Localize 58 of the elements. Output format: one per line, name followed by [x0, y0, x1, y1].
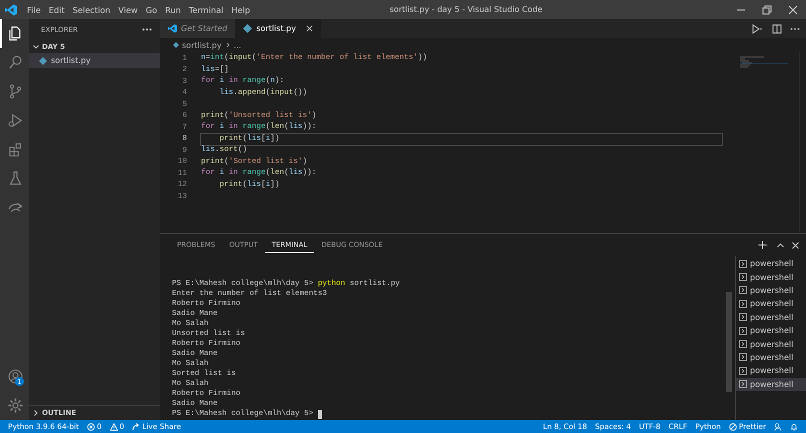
more-icon[interactable] [142, 28, 152, 31]
live-share-icon [132, 422, 140, 430]
chevron-up-icon[interactable] [776, 240, 785, 250]
split-editor-icon[interactable] [772, 24, 782, 34]
restore-icon[interactable] [762, 4, 772, 14]
terminal-item[interactable]: powershell [736, 297, 806, 311]
terminal-item[interactable]: powershell [736, 324, 806, 338]
explorer-file[interactable]: sortlist.py [29, 53, 160, 68]
terminal-icon [739, 313, 747, 322]
file-type-icon [39, 56, 47, 64]
run-icon[interactable] [750, 24, 764, 34]
menu-item[interactable]: Help [227, 4, 254, 14]
terminal-icon [739, 300, 747, 308]
terminal-item[interactable]: powershell [736, 337, 806, 351]
editor-tab[interactable]: Get Started [160, 19, 236, 38]
terminal-icon [739, 380, 747, 388]
terminal-icon [739, 340, 747, 348]
scrollbar[interactable] [726, 292, 732, 392]
menu-item[interactable]: Edit [44, 4, 69, 14]
chevron-icon [224, 42, 231, 48]
editor-tab[interactable]: sortlist.py [235, 19, 321, 38]
terminal-item[interactable]: powershell [736, 350, 806, 364]
warning-icon [110, 422, 118, 430]
menu-item[interactable]: View [114, 4, 142, 14]
feedback-icon[interactable] [774, 422, 782, 430]
terminal-item[interactable]: powershell [736, 364, 806, 378]
terminal-item[interactable]: powershell [736, 270, 806, 284]
terminal-icon [739, 273, 747, 282]
prohibited-icon [728, 422, 737, 430]
terminal-item[interactable]: powershell [736, 378, 806, 391]
terminal-icon [739, 326, 747, 335]
account-icon[interactable] [7, 368, 24, 385]
menu-item[interactable]: Selection [68, 4, 114, 14]
terminal-item[interactable]: powershell [736, 284, 806, 298]
logo-icon [5, 4, 17, 16]
logo-icon [168, 24, 177, 33]
terminal-icon [739, 366, 747, 375]
breadcrumb-item[interactable]: sortlist.py [182, 40, 222, 50]
terminal-icon [739, 286, 747, 294]
terminal-icon [739, 353, 747, 362]
close-icon[interactable] [788, 4, 798, 14]
bell-icon[interactable] [790, 422, 798, 430]
close-icon[interactable] [791, 240, 800, 250]
menu-item[interactable]: Go [142, 4, 162, 14]
file-type-icon [243, 24, 252, 33]
chevron-icon [32, 409, 40, 417]
window-title: sortlist.py - day 5 - Visual Studio Code [388, 5, 544, 14]
menu-item[interactable]: File [23, 4, 45, 14]
error-icon [86, 422, 95, 430]
file-type-icon [173, 42, 179, 48]
terminal-item[interactable]: powershell [736, 257, 806, 270]
close-icon[interactable] [306, 25, 313, 32]
chevron-icon [32, 42, 40, 50]
menu-item[interactable]: Terminal [184, 4, 228, 14]
menu-item[interactable]: Run [161, 4, 185, 14]
terminal-item[interactable]: powershell [736, 310, 806, 324]
terminal-icon [739, 260, 747, 268]
breadcrumb-item[interactable]: ... [234, 40, 242, 50]
